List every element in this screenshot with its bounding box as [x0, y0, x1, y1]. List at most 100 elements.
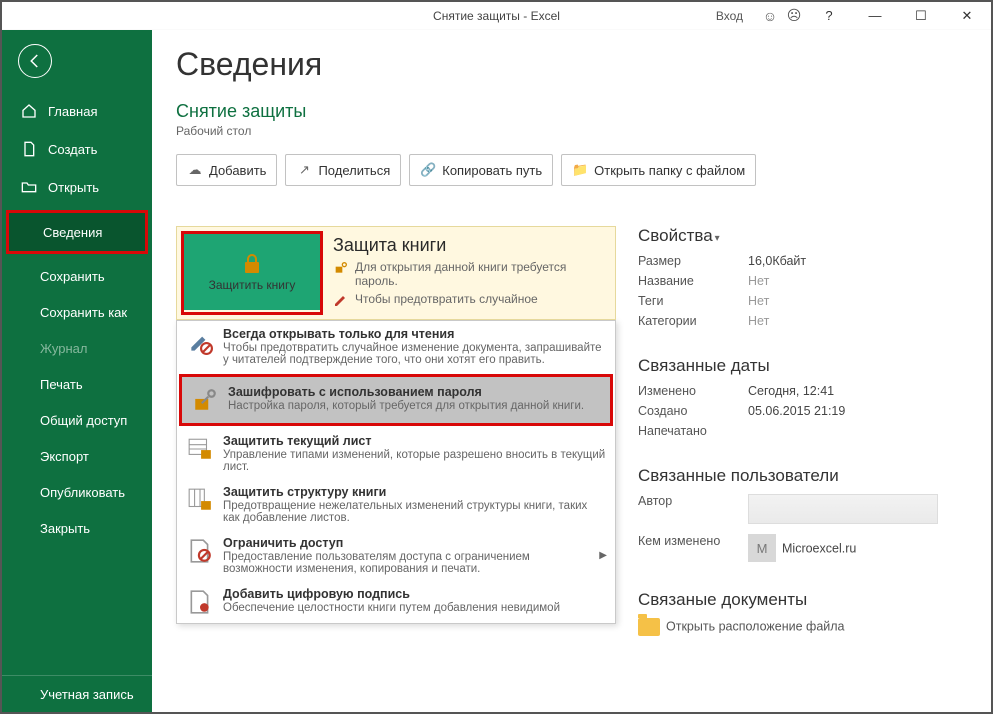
close-button[interactable]: ✕	[947, 3, 987, 29]
help-button[interactable]: ?	[809, 3, 849, 29]
cloud-up-icon: ☁	[187, 162, 203, 178]
pencil-no-icon	[185, 327, 215, 357]
folder-icon: 📁	[572, 162, 588, 178]
dd-protect-sheet[interactable]: Защитить текущий листУправление типами и…	[177, 428, 615, 479]
home-icon	[20, 102, 38, 120]
protect-heading: Защита книги	[333, 235, 605, 256]
link-icon: 🔗	[420, 162, 436, 178]
sidebar-item-save[interactable]: Сохранить	[2, 258, 152, 294]
docs-heading: Связаные документы	[638, 590, 967, 610]
back-button[interactable]	[18, 44, 52, 78]
app-body: Главная Создать Открыть Сведения Сохрани…	[2, 30, 991, 712]
pencil-icon	[333, 292, 349, 308]
prop-val: Сегодня, 12:41	[748, 384, 834, 398]
sidebar-item-journal: Журнал	[2, 330, 152, 366]
users-heading: Связанные пользователи	[638, 466, 967, 486]
folder-icon	[638, 618, 660, 636]
prop-val[interactable]: Нет	[748, 314, 769, 328]
smile-icon[interactable]: ☺	[761, 7, 779, 25]
doc-restrict-icon	[185, 536, 215, 566]
sidebar-item-account[interactable]: Учетная запись	[2, 676, 152, 712]
folder-open-icon	[20, 178, 38, 196]
dd-title: Защитить структуру книги	[223, 485, 607, 499]
sidebar-item-publish[interactable]: Опубликовать	[2, 474, 152, 510]
dd-title: Зашифровать с использованием пароля	[228, 385, 602, 399]
frown-icon[interactable]: ☹	[785, 7, 803, 25]
dd-digital-signature[interactable]: Добавить цифровую подписьОбеспечение цел…	[177, 581, 615, 623]
sidebar-label: Создать	[48, 142, 97, 157]
prop-key: Кем изменено	[638, 534, 748, 562]
protect-button-highlight: Защитить книгу	[181, 231, 323, 315]
sidebar-item-print[interactable]: Печать	[2, 366, 152, 402]
window-title: Снятие защиты - Excel	[433, 9, 560, 23]
prop-val[interactable]: Нет	[748, 294, 769, 308]
prop-key: Напечатано	[638, 424, 748, 438]
prop-key: Создано	[638, 404, 748, 418]
dd-restrict-access[interactable]: Ограничить доступПредоставление пользова…	[177, 530, 615, 581]
prop-key: Название	[638, 274, 748, 288]
chevron-down-icon: ▾	[715, 233, 720, 244]
dd-protect-structure[interactable]: Защитить структуру книгиПредотвращение н…	[177, 479, 615, 530]
document-icon	[20, 140, 38, 158]
protect-description: Защита книги Для открытия данной книги т…	[327, 227, 615, 319]
lock-icon	[240, 252, 264, 276]
open-file-location[interactable]: Открыть расположение файла	[638, 618, 967, 636]
signin-link[interactable]: Вход	[716, 9, 743, 23]
sidebar-item-saveas[interactable]: Сохранить как	[2, 294, 152, 330]
prop-key: Изменено	[638, 384, 748, 398]
sidebar-item-home[interactable]: Главная	[2, 92, 152, 130]
dd-encrypt-password[interactable]: Зашифровать с использованием пароляНастр…	[179, 374, 613, 426]
signature-icon	[185, 587, 215, 617]
prop-key: Размер	[638, 254, 748, 268]
chevron-right-icon: ▶	[599, 550, 607, 561]
sidebar-label: Сведения	[43, 225, 102, 240]
maximize-button[interactable]: ☐	[901, 3, 941, 29]
share-icon: ↗	[296, 162, 312, 178]
protect-workbook-button[interactable]: Защитить книгу	[184, 234, 320, 310]
props-heading[interactable]: Свойства▾	[638, 226, 967, 246]
sidebar-item-close[interactable]: Закрыть	[2, 510, 152, 546]
info-columns: Защитить книгу Защита книги Для открытия…	[176, 226, 967, 636]
copy-path-button[interactable]: 🔗Копировать путь	[409, 154, 553, 186]
prop-key: Категории	[638, 314, 748, 328]
page-title: Сведения	[176, 46, 967, 83]
avatar: М	[748, 534, 776, 562]
sidebar-item-export[interactable]: Экспорт	[2, 438, 152, 474]
minimize-button[interactable]: —	[855, 3, 895, 29]
share-button[interactable]: ↗Поделиться	[285, 154, 401, 186]
titlebar-right: Вход ☺ ☹ ? — ☐ ✕	[716, 3, 987, 29]
sidebar-item-info-selected: Сведения	[6, 210, 148, 254]
dd-title: Защитить текущий лист	[223, 434, 607, 448]
info-toolbar: ☁Добавить ↗Поделиться 🔗Копировать путь 📁…	[176, 154, 967, 186]
key-lock-icon	[333, 260, 349, 276]
sidebar-item-share[interactable]: Общий доступ	[2, 402, 152, 438]
protect-dropdown: Всегда открывать только для чтенияЧтобы …	[176, 320, 616, 624]
prop-key: Автор	[638, 494, 748, 524]
sidebar-label: Главная	[48, 104, 97, 119]
sidebar-item-open[interactable]: Открыть	[2, 168, 152, 206]
file-location: Рабочий стол	[176, 124, 967, 138]
changed-by: МMicroexcel.ru	[748, 534, 856, 562]
author-field[interactable]	[748, 494, 938, 524]
sidebar-item-new[interactable]: Создать	[2, 130, 152, 168]
dd-title: Всегда открывать только для чтения	[223, 327, 607, 341]
main-pane: Сведения Снятие защиты Рабочий стол ☁Доб…	[152, 30, 991, 712]
prop-val: 16,0Кбайт	[748, 254, 806, 268]
sidebar-label: Открыть	[48, 180, 99, 195]
dd-title: Ограничить доступ	[223, 536, 591, 550]
dd-title: Добавить цифровую подпись	[223, 587, 607, 601]
upload-button[interactable]: ☁Добавить	[176, 154, 277, 186]
left-column: Защитить книгу Защита книги Для открытия…	[176, 226, 616, 624]
arrow-left-icon	[26, 52, 44, 70]
dates-heading: Связанные даты	[638, 356, 967, 376]
key-lock-icon	[190, 385, 220, 415]
prop-val[interactable]: Нет	[748, 274, 769, 288]
titlebar: Снятие защиты - Excel Вход ☺ ☹ ? — ☐ ✕	[2, 2, 991, 30]
sheet-lock-icon	[185, 434, 215, 464]
dd-readonly[interactable]: Всегда открывать только для чтенияЧтобы …	[177, 321, 615, 372]
prop-key: Теги	[638, 294, 748, 308]
app-window: Снятие защиты - Excel Вход ☺ ☹ ? — ☐ ✕ Г…	[0, 0, 993, 714]
prop-val: 05.06.2015 21:19	[748, 404, 845, 418]
sidebar-item-info[interactable]: Сведения	[9, 213, 145, 251]
open-folder-button[interactable]: 📁Открыть папку с файлом	[561, 154, 756, 186]
